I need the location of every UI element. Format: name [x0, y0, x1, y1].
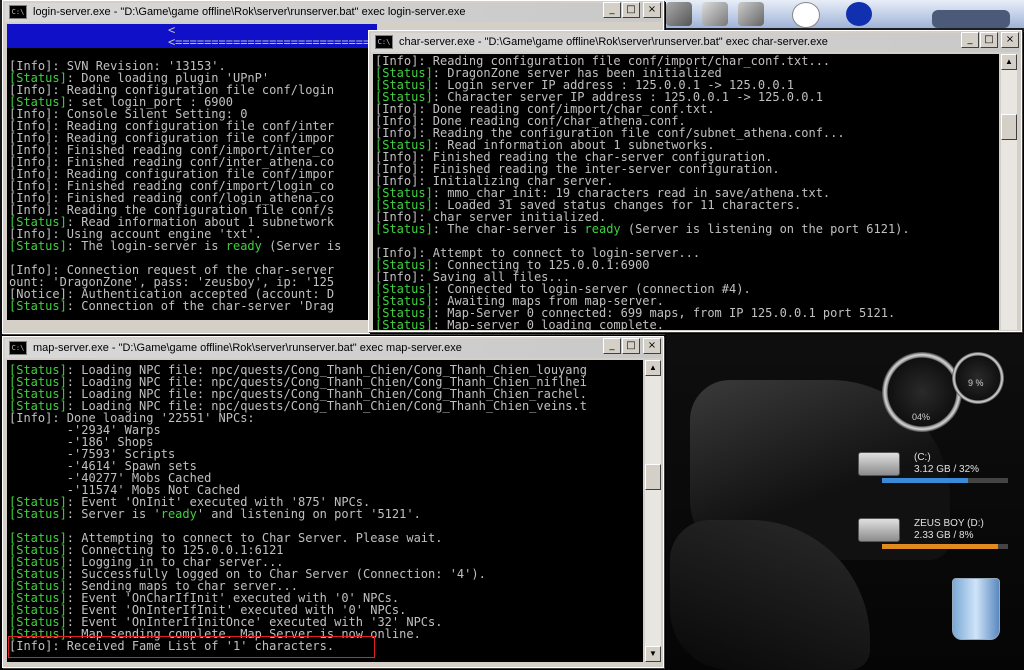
console-text: [Status]: [375, 318, 433, 330]
close-button[interactable]: ×: [643, 338, 661, 354]
close-button[interactable]: ×: [643, 2, 661, 18]
drive-d-label: ZEUS BOY (D:): [914, 518, 984, 529]
minimize-button[interactable]: _: [603, 2, 621, 18]
console-text: : The login-server is: [66, 239, 226, 253]
drive-d-usage-bar: [882, 544, 1008, 549]
wrench-icon[interactable]: [702, 2, 728, 26]
console-text: ' and listening on port '5121'.: [196, 507, 421, 521]
close-button[interactable]: ×: [1001, 32, 1019, 48]
scroll-thumb[interactable]: [645, 464, 661, 490]
drive-d[interactable]: ZEUS BOY (D:) 2.33 GB / 8%: [858, 518, 1018, 558]
tools-icon[interactable]: [666, 2, 692, 26]
console-icon: C:\: [9, 341, 27, 356]
login-server-titlebar[interactable]: C:\ login-server.exe - "D:\Game\game offl…: [5, 3, 661, 22]
console-text: ready: [225, 239, 262, 253]
console-text: [Status]: [9, 299, 67, 313]
map-server-console[interactable]: [Status]: Loading NPC file: npc/quests/C…: [7, 360, 643, 662]
char-server-window[interactable]: C:\ char-server.exe - "D:\Game\game offli…: [368, 30, 1022, 332]
scroll-up-arrow[interactable]: ▲: [1001, 54, 1017, 70]
console-line: [Status]: Connection of the char-server …: [9, 300, 377, 312]
login-server-console[interactable]: < <=================================== […: [7, 24, 377, 320]
scroll-down-arrow[interactable]: ▼: [645, 646, 661, 662]
gauge-percent-large: 04%: [912, 412, 931, 422]
drive-c-label: (C:): [914, 452, 931, 463]
login-server-title: login-server.exe - "D:\Game\game offline…: [33, 6, 466, 18]
hard-drive-icon: [858, 452, 900, 476]
screwdriver-icon[interactable]: [738, 2, 764, 26]
console-text: (Server is listening on the port 6121).: [620, 222, 910, 236]
console-text: : Connection of the char-server 'Drag: [66, 299, 335, 313]
console-line: [Status]: Map-server 0 loading complete.: [375, 319, 910, 330]
drive-c-usage-bar: [882, 478, 1008, 483]
console-text: [Status]: [375, 222, 433, 236]
console-text: ready: [160, 507, 197, 521]
gauge-percent-small: 9 %: [968, 378, 984, 388]
help-icon[interactable]: [846, 2, 872, 26]
sidebar-toolbar-icon[interactable]: [932, 10, 1010, 28]
highlight-box: [8, 636, 375, 658]
drive-d-info: 2.33 GB / 8%: [914, 530, 974, 541]
char-server-titlebar[interactable]: C:\ char-server.exe - "D:\Game\game offli…: [371, 33, 1019, 52]
console-output: [Info]: Reading configuration file conf/…: [375, 55, 910, 330]
clock-icon[interactable]: [792, 2, 820, 28]
drive-c-info: 3.12 GB / 32%: [914, 464, 980, 475]
window-controls: _ □ ×: [602, 2, 661, 18]
console-text: [Status]: [9, 507, 67, 521]
console-line: [Status]: The char-server is ready (Serv…: [375, 223, 910, 235]
char-server-scrollbar[interactable]: ▲: [1001, 54, 1017, 330]
console-icon: C:\: [9, 5, 27, 20]
drive-c[interactable]: (C:) 3.12 GB / 32%: [858, 452, 1018, 492]
console-output: [Status]: Loading NPC file: npc/quests/C…: [9, 364, 587, 652]
minimize-button[interactable]: _: [603, 338, 621, 354]
console-text: : Map-server 0 loading complete.: [432, 318, 664, 330]
window-controls: _ □ ×: [602, 338, 661, 354]
recycle-bin-icon[interactable]: [952, 578, 1000, 640]
map-server-titlebar[interactable]: C:\ map-server.exe - "D:\Game\game offlin…: [5, 339, 661, 358]
window-controls: _ □ ×: [960, 32, 1019, 48]
console-text: <===================================: [167, 35, 377, 49]
console-icon: C:\: [375, 35, 393, 50]
scroll-thumb[interactable]: [1001, 114, 1017, 140]
desktop-top-strip: [662, 0, 1024, 28]
console-text: (Server is: [261, 239, 342, 253]
maximize-button[interactable]: □: [622, 2, 640, 18]
console-text: : The char-server is: [432, 222, 585, 236]
console-line: <===================================: [9, 36, 377, 48]
minimize-button[interactable]: _: [961, 32, 979, 48]
console-text: [Status]: [9, 239, 67, 253]
map-server-title: map-server.exe - "D:\Game\game offline\R…: [33, 342, 462, 354]
console-text: ready: [584, 222, 621, 236]
scroll-up-arrow[interactable]: ▲: [645, 360, 661, 376]
char-server-console[interactable]: [Info]: Reading configuration file conf/…: [373, 54, 999, 330]
console-text: : Server is ': [66, 507, 161, 521]
maximize-button[interactable]: □: [622, 338, 640, 354]
hard-drive-icon: [858, 518, 900, 542]
map-server-window[interactable]: C:\ map-server.exe - "D:\Game\game offlin…: [2, 336, 664, 668]
console-line: [Status]: Server is 'ready' and listenin…: [9, 508, 587, 520]
console-output: < <=================================== […: [9, 24, 377, 312]
char-server-title: char-server.exe - "D:\Game\game offline\…: [399, 36, 828, 48]
maximize-button[interactable]: □: [980, 32, 998, 48]
console-line: [Status]: The login-server is ready (Ser…: [9, 240, 377, 252]
map-server-scrollbar[interactable]: ▲ ▼: [645, 360, 661, 662]
